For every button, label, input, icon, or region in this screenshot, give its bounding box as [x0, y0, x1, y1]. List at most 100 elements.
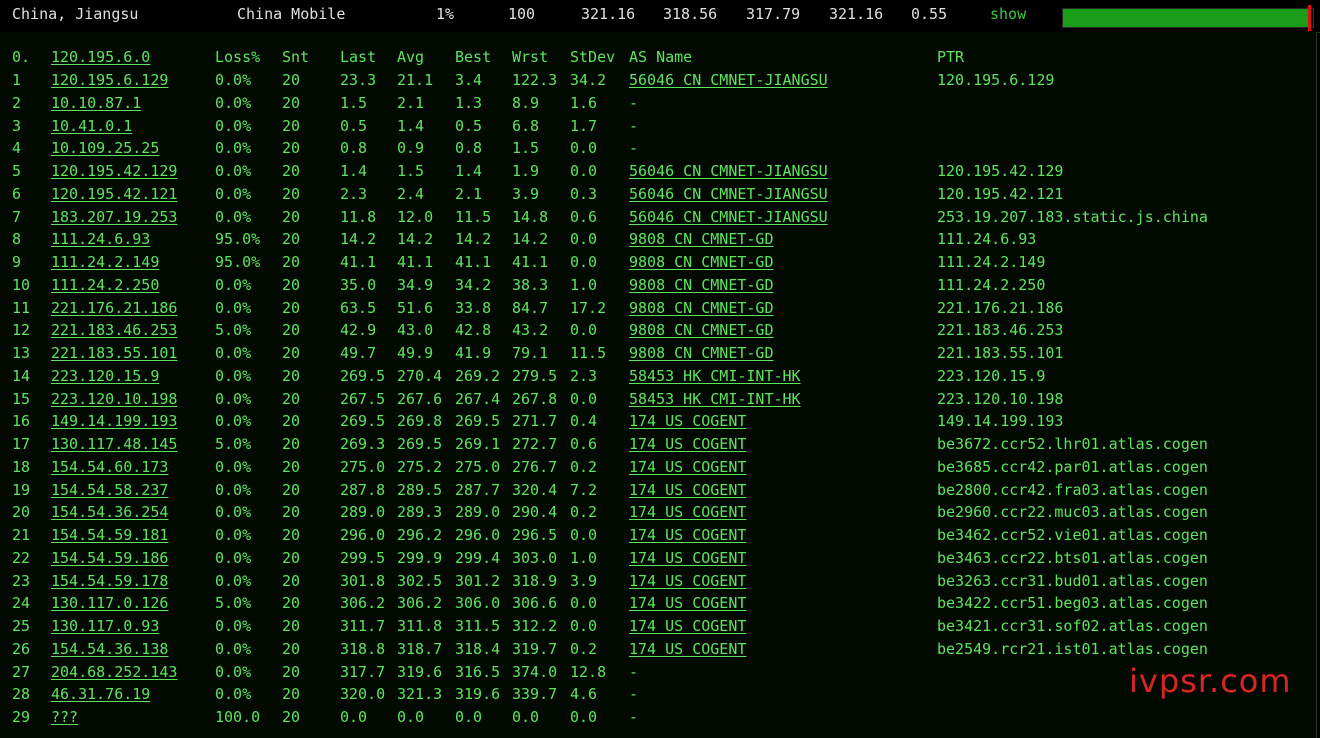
- hop-host-link[interactable]: 130.117.0.126: [51, 594, 168, 612]
- hop-as-name[interactable]: 174 US COGENT: [629, 594, 746, 612]
- hop-host-link[interactable]: 120.195.6.129: [51, 71, 168, 89]
- hop-host-link[interactable]: ???: [51, 708, 78, 726]
- hop-host-link[interactable]: 154.54.36.254: [51, 503, 168, 521]
- header-best: Best: [455, 48, 492, 66]
- hop-sent: 20: [282, 366, 301, 385]
- hop-as-name[interactable]: 58453 HK CMI-INT-HK: [629, 367, 801, 385]
- hop-as-name[interactable]: 9808 CN CMNET-GD: [629, 344, 774, 362]
- hop-host-link[interactable]: 204.68.252.143: [51, 663, 177, 681]
- hop-host-link[interactable]: 221.183.46.253: [51, 321, 177, 339]
- hop-as-name[interactable]: 9808 CN CMNET-GD: [629, 230, 774, 248]
- hop-host-link[interactable]: 223.120.10.198: [51, 390, 177, 408]
- hop-as-name[interactable]: 174 US COGENT: [629, 640, 746, 658]
- hop-host-link[interactable]: 111.24.2.250: [51, 276, 159, 294]
- hop-best: 11.5: [455, 207, 492, 226]
- hop-host-link[interactable]: 130.117.0.93: [51, 617, 159, 635]
- hop-last: 306.2: [340, 594, 386, 613]
- hop-host-link[interactable]: 149.14.199.193: [51, 412, 177, 430]
- hop-loss: 0.0%: [215, 139, 252, 158]
- hop-stdev: 17.2: [570, 298, 607, 317]
- hop-ptr: 223.120.10.198: [937, 389, 1064, 408]
- hop-host-link[interactable]: 120.195.42.129: [51, 162, 177, 180]
- hop-as-name[interactable]: 56046 CN CMNET-JIANGSU: [629, 71, 828, 89]
- summary-bar: China, Jiangsu China Mobile 1% 100 321.1…: [0, 0, 1320, 33]
- hop-sent: 20: [282, 389, 301, 408]
- hop-as-name[interactable]: 9808 CN CMNET-GD: [629, 321, 774, 339]
- hop-host-link[interactable]: 111.24.2.149: [51, 253, 159, 271]
- hop-last: 289.0: [340, 503, 386, 522]
- hop-as-name: -: [629, 685, 639, 704]
- hop-best: 267.4: [455, 389, 501, 408]
- hop-host-link[interactable]: 10.109.25.25: [51, 139, 159, 157]
- hop-best: 14.2: [455, 230, 492, 249]
- hop-host-link[interactable]: 154.54.59.186: [51, 549, 168, 567]
- hop-as-name[interactable]: 174 US COGENT: [629, 481, 746, 499]
- hop-avg: 0.9: [397, 139, 425, 158]
- hop-as-name[interactable]: 174 US COGENT: [629, 412, 746, 430]
- hop-as-name[interactable]: 174 US COGENT: [629, 572, 746, 590]
- hop-loss: 100.0: [215, 708, 261, 726]
- hop-as-name[interactable]: 58453 HK CMI-INT-HK: [629, 390, 801, 408]
- hop-host-link[interactable]: 46.31.76.19: [51, 685, 150, 703]
- hop-host-link[interactable]: 183.207.19.253: [51, 208, 177, 226]
- watermark: ivpsr.com: [1129, 662, 1292, 700]
- hop-host-link[interactable]: 154.54.59.178: [51, 572, 168, 590]
- table-row: 29??? 100.0 20 0.0 0.0 0.0 0.0 0.0 -: [0, 708, 1316, 731]
- hop-best: 316.5: [455, 662, 501, 681]
- hop-avg: 51.6: [397, 298, 434, 317]
- hop-as-name[interactable]: 174 US COGENT: [629, 435, 746, 453]
- hop-loss: 0.0%: [215, 457, 252, 476]
- hop-worst: 79.1: [512, 344, 549, 362]
- hop-as-name[interactable]: 174 US COGENT: [629, 458, 746, 476]
- hop-best: 289.0: [455, 503, 501, 522]
- hop-host-link[interactable]: 154.54.60.173: [51, 458, 168, 476]
- hop-last: 320.0: [340, 685, 386, 704]
- header-wrst: Wrst: [512, 48, 549, 66]
- hop-as-name[interactable]: 56046 CN CMNET-JIANGSU: [629, 208, 828, 226]
- hop-host-link[interactable]: 111.24.6.93: [51, 230, 150, 248]
- hop-as-name[interactable]: 56046 CN CMNET-JIANGSU: [629, 162, 828, 180]
- hop-worst: 318.9: [512, 571, 558, 590]
- header-host-link[interactable]: 120.195.6.0: [51, 48, 150, 66]
- hop-last: 269.5: [340, 412, 386, 431]
- hop-host-link[interactable]: 154.54.58.237: [51, 481, 168, 499]
- hop-as-name[interactable]: 174 US COGENT: [629, 617, 746, 635]
- hop-as-name[interactable]: 56046 CN CMNET-JIANGSU: [629, 185, 828, 203]
- hop-host-link[interactable]: 120.195.42.121: [51, 185, 177, 203]
- hop-host-link[interactable]: 130.117.48.145: [51, 435, 177, 453]
- table-row: 8 111.24.6.93 95.0% 20 14.2 14.2 14.2 14.2 0.0 98…: [0, 230, 1316, 253]
- hop-ptr: be2960.ccr22.muc03.atlas.cogen: [937, 503, 1208, 522]
- hop-avg: 311.8: [397, 617, 443, 635]
- hop-host-link[interactable]: 221.176.21.186: [51, 299, 177, 317]
- hop-as-name[interactable]: 9808 CN CMNET-GD: [629, 253, 774, 271]
- hop-loss: 0.0%: [215, 389, 252, 408]
- hop-as-name[interactable]: 9808 CN CMNET-GD: [629, 276, 774, 294]
- hop-last: 35.0: [340, 275, 377, 294]
- hop-number: 9: [12, 253, 22, 271]
- hop-host-link[interactable]: 154.54.36.138: [51, 640, 168, 658]
- hop-host-link[interactable]: 223.120.15.9: [51, 367, 159, 385]
- hop-as-name[interactable]: 174 US COGENT: [629, 549, 746, 567]
- hop-best: 1.4: [455, 162, 483, 180]
- hop-loss: 0.0%: [215, 207, 252, 226]
- hop-as-name[interactable]: 174 US COGENT: [629, 526, 746, 544]
- hop-as-name[interactable]: 174 US COGENT: [629, 503, 746, 521]
- hop-number: 15: [12, 389, 31, 408]
- hop-ptr: 120.195.42.129: [937, 162, 1064, 180]
- hop-as-name[interactable]: 9808 CN CMNET-GD: [629, 299, 774, 317]
- hop-last: 42.9: [340, 321, 377, 340]
- hop-avg: 0.0: [397, 708, 425, 726]
- show-details-link[interactable]: show: [990, 5, 1026, 23]
- hop-host-link[interactable]: 10.41.0.1: [51, 117, 132, 135]
- hop-host-link[interactable]: 154.54.59.181: [51, 526, 168, 544]
- hop-loss: 5.0%: [215, 435, 252, 453]
- hop-number: 18: [12, 457, 31, 476]
- hop-host-link[interactable]: 10.10.87.1: [51, 94, 141, 112]
- hop-stdev: 1.0: [570, 548, 598, 567]
- hop-worst: 290.4: [512, 503, 558, 522]
- hop-number: 14: [12, 366, 31, 385]
- table-row: 4 10.109.25.25 0.0% 20 0.8 0.9 0.8 1.5 0.0 -: [0, 139, 1316, 162]
- hop-avg: 269.8: [397, 412, 443, 431]
- hop-host-link[interactable]: 221.183.55.101: [51, 344, 177, 362]
- summary-location: China, Jiangsu: [12, 5, 139, 23]
